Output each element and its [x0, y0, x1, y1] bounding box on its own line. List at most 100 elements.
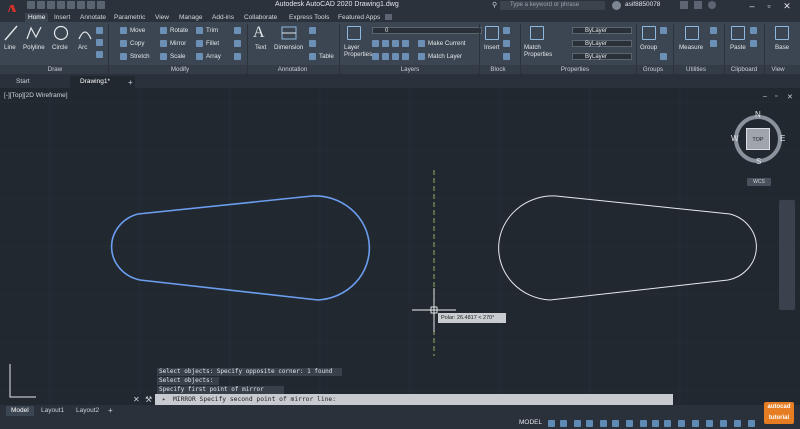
close-button[interactable]: ✕ — [780, 0, 794, 12]
command-line[interactable]: ▸ MIRROR Specify second point of mirror l… — [155, 394, 673, 405]
rectangle-tool-icon[interactable] — [96, 27, 103, 34]
group-edit-icon[interactable] — [660, 53, 667, 60]
tab-collaborate[interactable]: Collaborate — [241, 13, 280, 22]
object-snap-tracking-icon[interactable] — [612, 420, 619, 427]
measure-icon[interactable] — [685, 26, 699, 40]
circle-tool-icon[interactable] — [53, 25, 69, 41]
layer-freeze-icon[interactable] — [392, 40, 399, 47]
tab-featured-apps[interactable]: Featured Apps — [335, 13, 383, 22]
viewcube-north[interactable]: N — [755, 110, 761, 119]
user-name[interactable]: asif8850078 — [625, 1, 660, 8]
viewport-close-icon[interactable]: ✕ — [787, 93, 793, 101]
layer-walk-icon[interactable] — [372, 53, 379, 60]
dimension-button[interactable]: Dimension — [274, 44, 303, 51]
cart-icon[interactable] — [680, 1, 688, 9]
properties-panel-label[interactable]: Properties — [555, 66, 595, 74]
hatch-tool-icon[interactable] — [96, 39, 103, 46]
minimize-button[interactable]: – — [745, 0, 759, 12]
move-button[interactable]: Move — [130, 27, 145, 34]
line-tool-icon[interactable] — [4, 25, 18, 41]
match-properties-icon[interactable] — [530, 26, 544, 40]
viewcube-east[interactable]: E — [780, 134, 785, 143]
polyline-button[interactable]: Polyline — [23, 44, 45, 51]
layer-lock-icon[interactable] — [402, 40, 409, 47]
explode-icon[interactable] — [234, 40, 241, 47]
annotation-panel-label[interactable]: Annotation — [270, 66, 315, 74]
mirror-button[interactable]: Mirror — [170, 40, 186, 47]
base-view-icon[interactable] — [775, 26, 789, 40]
viewport-controls-label[interactable]: [-][Top][2D Wireframe] — [4, 92, 68, 99]
save-icon[interactable] — [47, 1, 55, 9]
quick-select-icon[interactable] — [710, 40, 717, 47]
insert-block-icon[interactable] — [485, 26, 499, 40]
array-button[interactable]: Array — [206, 53, 221, 60]
object-snap-icon[interactable] — [626, 420, 633, 427]
block-panel-label[interactable]: Block — [484, 66, 512, 74]
group-icon[interactable] — [642, 26, 656, 40]
tab-home[interactable]: Home — [25, 13, 49, 22]
open-file-icon[interactable] — [37, 1, 45, 9]
tab-insert[interactable]: Insert — [51, 13, 73, 22]
tab-add-ins[interactable]: Add-ins — [209, 13, 237, 22]
paste-button[interactable]: Paste — [730, 44, 746, 51]
text-button[interactable]: Text — [255, 44, 266, 51]
new-tab-icon[interactable]: + — [128, 78, 133, 87]
region-tool-icon[interactable] — [96, 51, 103, 58]
close-commandline-icon[interactable]: ✕ — [133, 395, 140, 404]
insert-button[interactable]: Insert — [484, 44, 499, 51]
customization-menu-icon[interactable] — [748, 420, 755, 427]
layers-panel-label[interactable]: Layers — [395, 66, 425, 74]
layer-properties-icon[interactable] — [347, 26, 361, 40]
new-file-icon[interactable] — [27, 1, 35, 9]
layout-tab-layout1[interactable]: Layout1 — [36, 406, 69, 416]
annotation-monitor-icon[interactable] — [706, 420, 713, 427]
selection-cycling-icon[interactable] — [664, 420, 671, 427]
grid-toggle-icon[interactable] — [548, 420, 555, 427]
wcs-menu[interactable]: WCS — [747, 178, 771, 186]
layer-thaw-icon[interactable] — [392, 53, 399, 60]
layer-properties-button[interactable]: Layer Properties — [344, 44, 374, 58]
layer-unisolate-icon[interactable] — [382, 53, 389, 60]
ribbon-toggle-icon[interactable] — [385, 14, 392, 20]
lineweight-dropdown[interactable]: ByLayer — [572, 40, 632, 47]
paste-icon[interactable] — [731, 26, 745, 40]
workspace-gear-icon[interactable] — [692, 420, 699, 427]
clipboard-panel-label[interactable]: Clipboard — [728, 66, 760, 74]
plot-icon[interactable] — [67, 1, 75, 9]
undo-icon[interactable] — [77, 1, 85, 9]
draw-panel-label[interactable]: Draw — [40, 66, 70, 74]
make-current-button[interactable]: Make Current — [428, 40, 465, 47]
tab-manage[interactable]: Manage — [176, 13, 206, 22]
viewcube-west[interactable]: W — [731, 134, 739, 143]
arc-button[interactable]: Arc — [78, 44, 87, 51]
linetype-dropdown[interactable]: ByLayer — [572, 53, 632, 60]
isolate-objects-icon[interactable] — [734, 420, 741, 427]
fillet-button[interactable]: Fillet — [206, 40, 219, 47]
add-layout-icon[interactable]: + — [108, 406, 113, 415]
rotate-button[interactable]: Rotate — [170, 27, 188, 34]
copy-button[interactable]: Copy — [130, 40, 144, 47]
copy-clip-icon[interactable] — [750, 27, 757, 34]
layout-tab-layout2[interactable]: Layout2 — [71, 406, 104, 416]
navigation-bar[interactable] — [779, 200, 795, 310]
base-button[interactable]: Base — [775, 44, 789, 51]
tab-parametric[interactable]: Parametric — [111, 13, 148, 22]
group-button[interactable]: Group — [640, 44, 657, 51]
selected-slot-shape[interactable] — [110, 195, 371, 301]
match-properties-button[interactable]: Match Properties — [524, 44, 558, 58]
wrench-icon[interactable]: ⚒ — [145, 395, 152, 404]
calculator-icon[interactable] — [710, 27, 717, 34]
units-icon[interactable] — [720, 420, 727, 427]
create-block-icon[interactable] — [503, 27, 510, 34]
view-panel-label[interactable]: View — [768, 66, 788, 74]
share-icon[interactable] — [97, 1, 105, 9]
leader-icon[interactable] — [309, 27, 316, 34]
tab-annotate[interactable]: Annotate — [77, 13, 109, 22]
viewcube-top-face[interactable]: TOP — [746, 128, 770, 150]
trim-button[interactable]: Trim — [206, 27, 218, 34]
layer-unlock-icon[interactable] — [402, 53, 409, 60]
color-dropdown[interactable]: ByLayer — [572, 27, 632, 34]
modify-panel-label[interactable]: Modify — [160, 66, 200, 74]
save-as-icon[interactable] — [57, 1, 65, 9]
table-button[interactable]: Table — [319, 53, 334, 60]
